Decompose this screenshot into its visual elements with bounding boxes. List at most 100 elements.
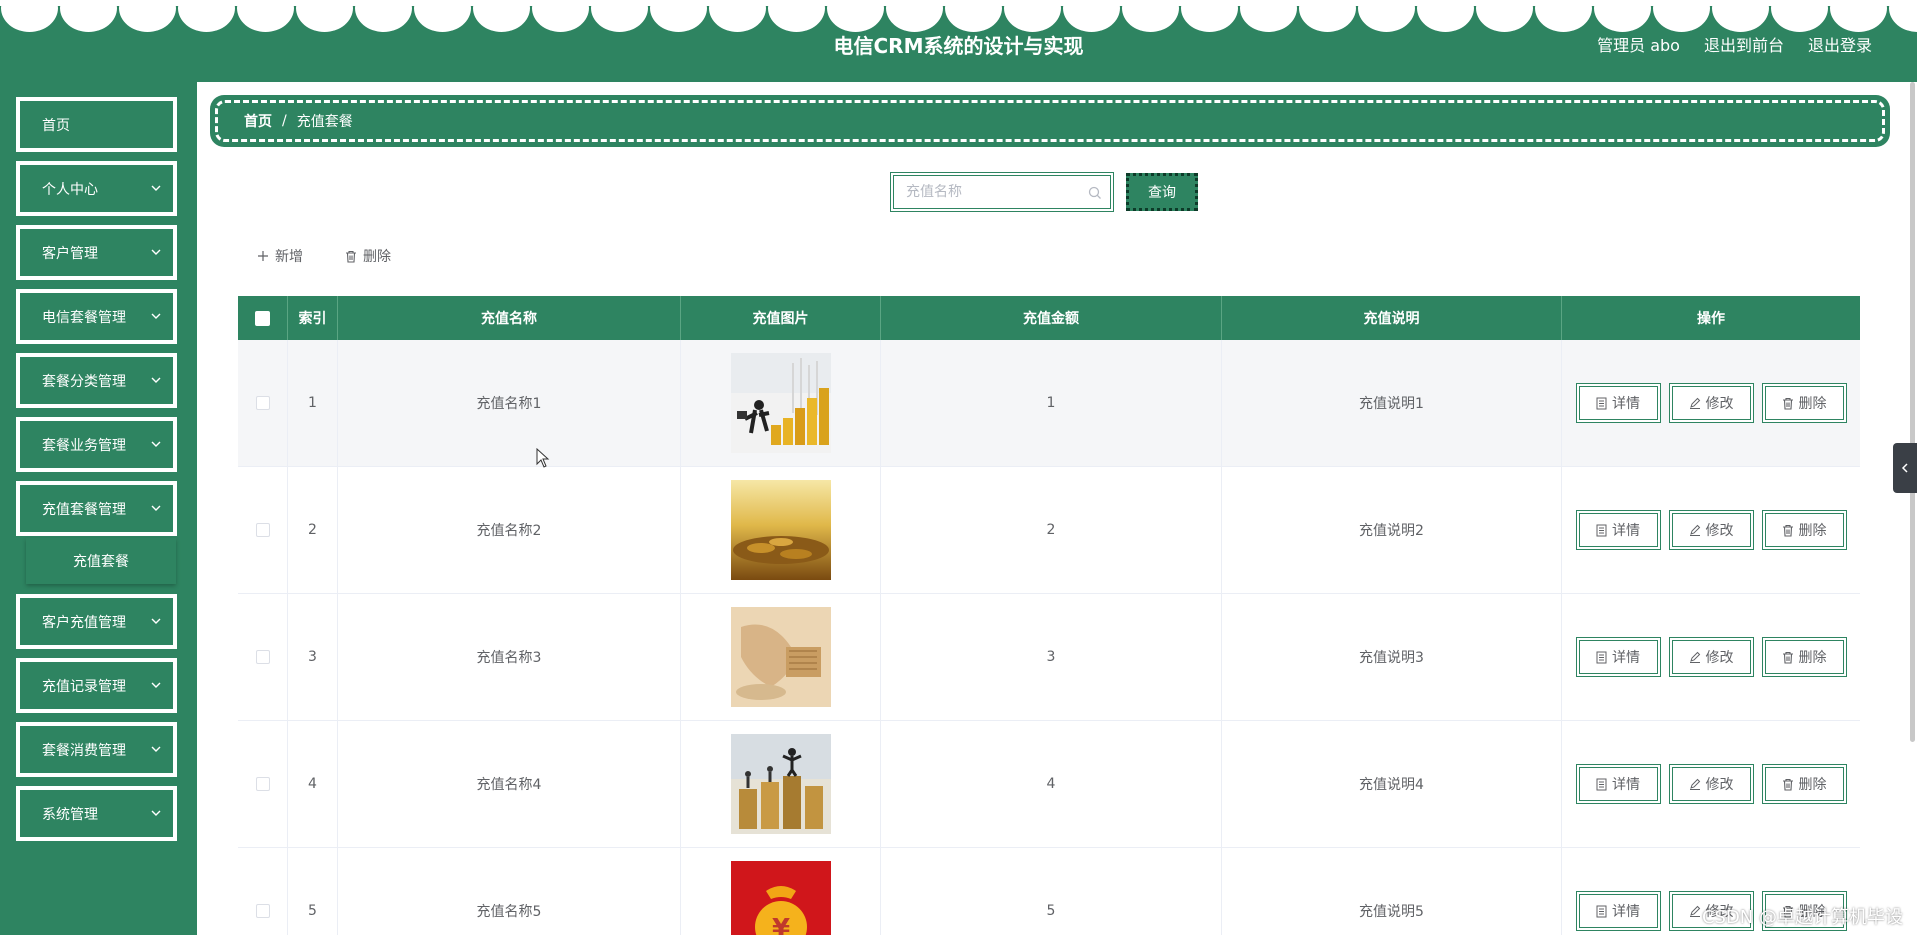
sidebar-item-recharge-records[interactable]: 充值记录管理 [16, 658, 177, 713]
column-header-description: 充值说明 [1222, 296, 1562, 340]
table-row[interactable]: 4 充值名称4 4 充值说明4 详情 修改 删除 [238, 721, 1860, 848]
table-row[interactable]: 3 充值名称3 3 充值说明3 详情 修改 删除 [238, 594, 1860, 721]
exit-to-front-link[interactable]: 退出到前台 [1704, 32, 1784, 56]
scallop-shape [768, 0, 825, 32]
scallop-shape [1594, 0, 1651, 32]
chevron-down-icon [151, 313, 161, 319]
edit-label: 修改 [1705, 523, 1734, 539]
batch-delete-button[interactable]: 删除 [345, 244, 391, 268]
pencil-icon [1689, 778, 1700, 790]
delete-button[interactable]: 删除 [1761, 637, 1847, 677]
row-name: 充值名称5 [338, 848, 681, 935]
delete-label: 删除 [1798, 650, 1827, 666]
row-amount: 2 [881, 467, 1222, 593]
scallop-shape [1771, 0, 1828, 32]
detail-label: 详情 [1612, 523, 1640, 539]
search-input[interactable] [906, 184, 1086, 200]
sidebar-item-telecom-packages[interactable]: 电信套餐管理 [16, 289, 177, 344]
column-header-operations: 操作 [1697, 311, 1725, 327]
chevron-down-icon [151, 810, 161, 816]
scallop-shape [1476, 0, 1533, 32]
row-index: 4 [288, 721, 338, 847]
sidebar-item-customers[interactable]: 客户管理 [16, 225, 177, 280]
recharge-thumbnail[interactable] [730, 353, 831, 453]
edit-button[interactable]: 修改 [1668, 764, 1754, 804]
query-button[interactable]: 查询 [1126, 173, 1198, 211]
delete-button[interactable]: 删除 [1761, 383, 1847, 423]
row-index: 2 [288, 467, 338, 593]
breadcrumb: 首页 / 充值套餐 [210, 95, 1890, 147]
delete-button[interactable]: 删除 [1761, 764, 1847, 804]
vertical-scrollbar[interactable] [1910, 82, 1915, 742]
column-header-image: 充值图片 [681, 296, 881, 340]
row-index: 3 [288, 594, 338, 720]
detail-button[interactable]: 详情 [1575, 637, 1661, 677]
document-icon [1596, 397, 1607, 409]
row-name: 充值名称2 [338, 467, 681, 593]
admin-user-label[interactable]: 管理员 abo [1597, 32, 1680, 56]
scallop-shape [1653, 0, 1710, 32]
chevron-down-icon [151, 249, 161, 255]
row-description: 充值说明3 [1222, 594, 1562, 720]
table-row[interactable]: 1 充值名称1 1 充值说明1 详情 修改 删除 [238, 340, 1860, 467]
scallop-shape [1535, 0, 1592, 32]
row-checkbox[interactable] [255, 396, 270, 410]
recharge-thumbnail[interactable] [730, 734, 831, 834]
scallop-shape [945, 0, 1002, 32]
row-checkbox[interactable] [255, 523, 270, 537]
sidebar-item-label: 个人中心 [42, 181, 98, 198]
add-button-label: 新增 [275, 249, 303, 265]
sidebar-item-package-consumption[interactable]: 套餐消费管理 [16, 722, 177, 777]
row-select-cell [238, 721, 288, 847]
trash-icon [1782, 651, 1793, 664]
edit-button[interactable]: 修改 [1668, 637, 1754, 677]
recharge-thumbnail[interactable]: ¥ [730, 861, 831, 935]
select-all-checkbox[interactable] [255, 310, 270, 326]
table-row[interactable]: 2 充值名称2 2 充值说明2 详情 修改 删除 [238, 467, 1860, 594]
top-header: 电信CRM系统的设计与实现 管理员 abo 退出到前台 退出登录 [0, 0, 1917, 82]
row-select-cell [238, 467, 288, 593]
scallop-shape [1830, 0, 1887, 32]
sidebar-item-personal-center[interactable]: 个人中心 [16, 161, 177, 216]
column-header-amount: 充值金额 [881, 296, 1222, 340]
detail-button[interactable]: 详情 [1575, 510, 1661, 550]
document-icon [1596, 905, 1607, 917]
delete-label: 删除 [1798, 523, 1827, 539]
row-select-cell [238, 340, 288, 466]
trash-icon [1782, 524, 1793, 537]
delete-button[interactable]: 删除 [1761, 510, 1847, 550]
table-row[interactable]: 5 充值名称5 ¥ 5 充值说明5 详情 修改 删除 [238, 848, 1860, 935]
scallop-shape [473, 0, 530, 32]
chevron-left-icon [1901, 463, 1908, 473]
logout-link[interactable]: 退出登录 [1808, 32, 1872, 56]
header-select-all-cell [238, 296, 288, 340]
sidebar-item-recharge-packages[interactable]: 充值套餐管理 [16, 481, 177, 536]
breadcrumb-home[interactable]: 首页 [244, 111, 272, 131]
recharge-thumbnail[interactable] [730, 480, 831, 580]
watermark-text: CSDN @卓越计算机毕设 [1701, 907, 1903, 928]
edit-button[interactable]: 修改 [1668, 510, 1754, 550]
row-checkbox[interactable] [255, 904, 270, 918]
edit-button[interactable]: 修改 [1668, 383, 1754, 423]
row-checkbox[interactable] [255, 650, 270, 664]
scallop-shape [650, 0, 707, 32]
sidebar-item-package-business[interactable]: 套餐业务管理 [16, 417, 177, 472]
add-button[interactable]: 新增 [257, 244, 303, 268]
scallop-shape [296, 0, 353, 32]
sidebar-subitem-recharge-package[interactable]: 充值套餐 [26, 538, 176, 584]
recharge-thumbnail[interactable] [730, 607, 831, 707]
sidebar-item-home[interactable]: 首页 [16, 97, 177, 152]
scallop-shape [591, 0, 648, 32]
detail-button[interactable]: 详情 [1575, 891, 1661, 931]
row-description: 充值说明2 [1222, 467, 1562, 593]
detail-button[interactable]: 详情 [1575, 764, 1661, 804]
detail-button[interactable]: 详情 [1575, 383, 1661, 423]
row-checkbox[interactable] [255, 777, 270, 791]
sidebar-item-customer-recharge[interactable]: 客户充值管理 [16, 594, 177, 649]
row-description: 充值说明1 [1222, 340, 1562, 466]
sidebar-item-package-categories[interactable]: 套餐分类管理 [16, 353, 177, 408]
row-image-cell: ¥ [681, 848, 881, 935]
sidebar-item-system[interactable]: 系统管理 [16, 786, 177, 841]
side-collapse-tab[interactable] [1893, 443, 1917, 493]
row-name: 充值名称1 [338, 340, 681, 466]
